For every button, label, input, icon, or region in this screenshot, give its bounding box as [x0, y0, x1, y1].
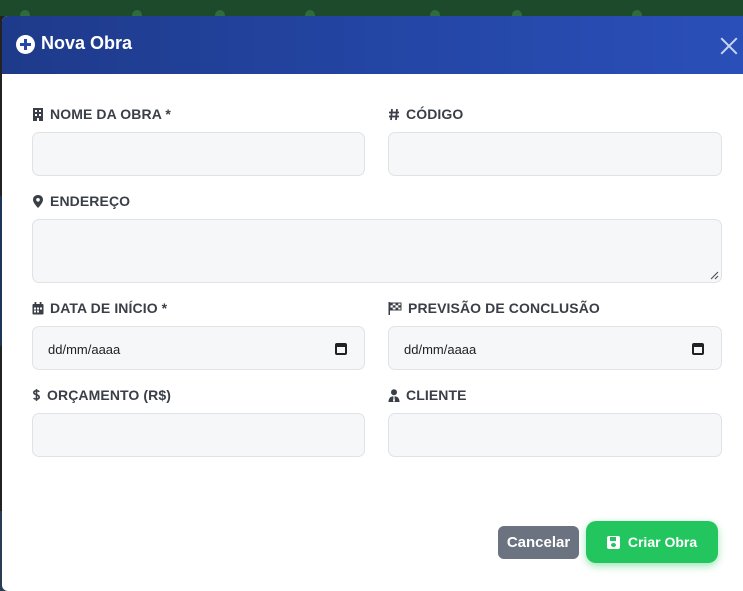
start-date-label-text: DATA DE INÍCIO *	[50, 300, 168, 316]
map-marker-icon	[33, 194, 43, 208]
save-icon	[606, 535, 620, 549]
calendar-picker-icon[interactable]	[335, 343, 347, 355]
create-project-button-label: Criar Obra	[627, 534, 698, 550]
completion-forecast-label-text: PREVISÃO DE CONCLUSÃO	[408, 300, 600, 316]
modal-title: Nova Obra	[41, 33, 133, 53]
plus-circle-icon	[16, 35, 35, 54]
budget-input[interactable]	[32, 413, 365, 457]
dollar-icon	[32, 389, 41, 401]
hashtag-icon	[389, 108, 399, 120]
client-input[interactable]	[388, 413, 722, 457]
create-project-button[interactable]: Criar Obra	[586, 521, 718, 563]
user-tie-icon	[388, 388, 400, 402]
client-label-text: CLIENTE	[406, 387, 467, 403]
resize-handle-icon[interactable]	[709, 270, 719, 280]
calendar-picker-icon[interactable]	[692, 343, 704, 355]
project-name-label: NOME DA OBRA *	[32, 106, 171, 122]
close-button[interactable]	[720, 36, 738, 54]
start-date-placeholder: dd/mm/aaaa	[48, 342, 121, 357]
completion-forecast-input[interactable]: dd/mm/aaaa	[388, 326, 722, 370]
background-page-nav	[0, 0, 743, 16]
address-label-text: ENDEREÇO	[50, 193, 131, 209]
code-input[interactable]	[388, 132, 722, 176]
start-date-label: DATA DE INÍCIO *	[32, 300, 167, 316]
project-name-input[interactable]	[32, 132, 365, 176]
address-label: ENDEREÇO	[32, 193, 130, 209]
budget-label-text: ORÇAMENTO (R$)	[47, 387, 172, 403]
address-textarea[interactable]	[32, 219, 722, 283]
code-label: CÓDIGO	[388, 106, 463, 122]
start-date-input[interactable]: dd/mm/aaaa	[32, 326, 365, 370]
calendar-icon	[32, 301, 44, 314]
code-label-text: CÓDIGO	[406, 106, 464, 122]
flag-checkered-icon	[388, 301, 402, 315]
cancel-button[interactable]: Cancelar	[498, 526, 579, 559]
new-project-modal: Nova Obra NOME DA OBRA * CÓDIGO ENDEREÇO	[2, 16, 743, 591]
project-name-label-text: NOME DA OBRA *	[50, 106, 171, 122]
budget-label: ORÇAMENTO (R$)	[32, 387, 171, 403]
modal-header: Nova Obra	[2, 16, 743, 74]
building-icon	[33, 107, 43, 121]
completion-forecast-placeholder: dd/mm/aaaa	[404, 342, 477, 357]
background-page-header	[0, 0, 743, 16]
completion-forecast-label: PREVISÃO DE CONCLUSÃO	[388, 300, 600, 316]
client-label: CLIENTE	[388, 387, 467, 403]
